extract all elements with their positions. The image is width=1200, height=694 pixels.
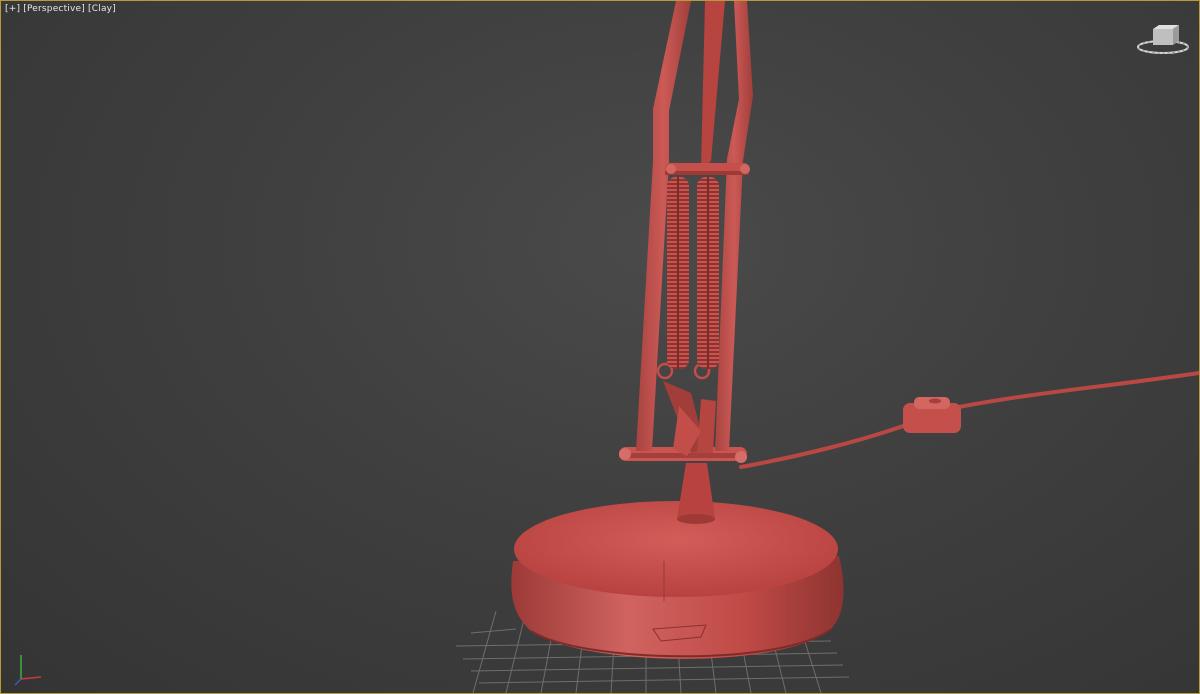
lamp-base [511, 501, 844, 659]
viewport-scene[interactable] [1, 1, 1199, 693]
lamp-arms [636, 1, 753, 451]
viewcube-icon[interactable] [1135, 23, 1191, 59]
xyz-axis-tripod-icon [14, 655, 42, 686]
upper-crossbar [665, 163, 750, 175]
lamp-neck [677, 463, 715, 524]
tension-springs [667, 177, 719, 369]
cord-switch [903, 397, 961, 433]
power-cord [739, 371, 1199, 469]
pivot-bracket [656, 362, 716, 456]
perspective-viewport[interactable]: [+] [Perspective] [Clay] [0, 0, 1200, 694]
